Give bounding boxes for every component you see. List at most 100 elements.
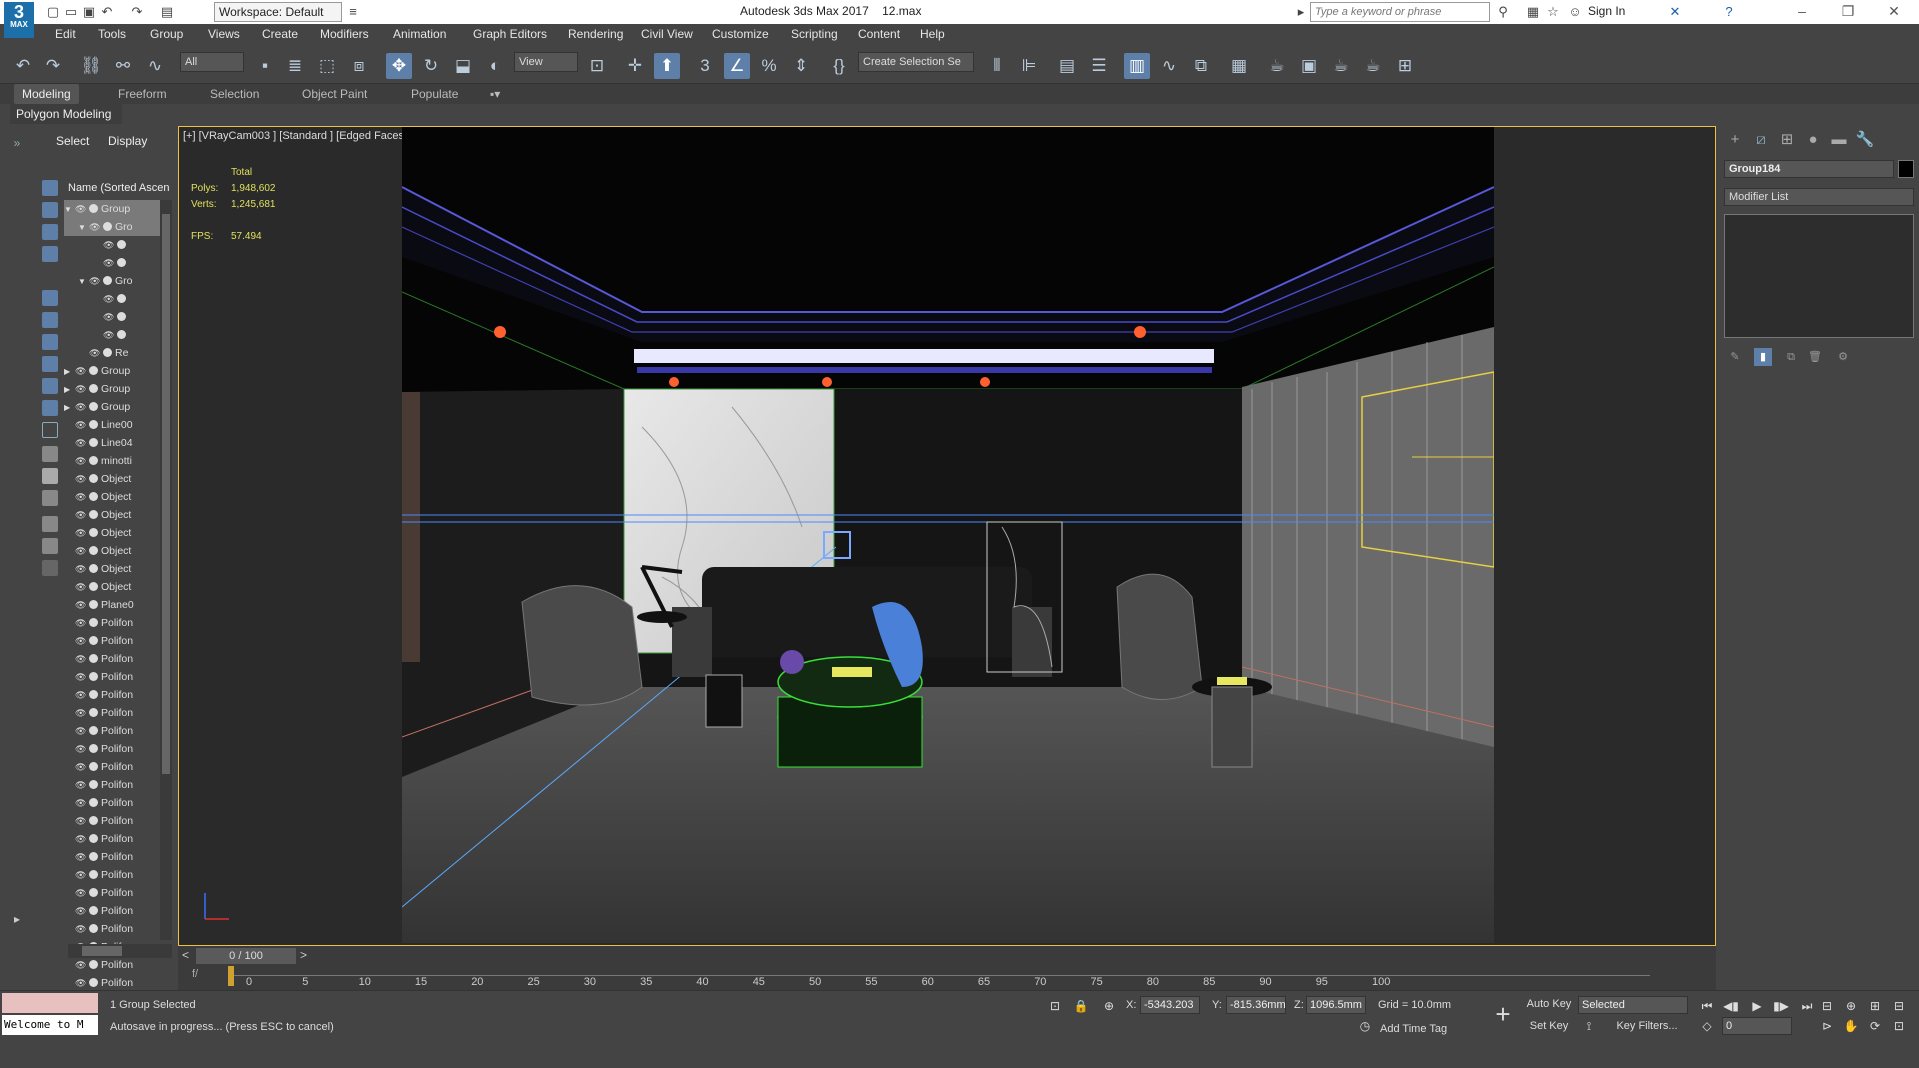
pin-stack-icon[interactable]: ✎ <box>1726 348 1744 366</box>
ribbon-panel-polygon-modeling[interactable]: Polygon Modeling <box>10 104 122 124</box>
set-key-button[interactable]: Set Key <box>1526 1017 1572 1035</box>
tab-freeform[interactable]: Freeform <box>118 87 167 101</box>
visibility-eye-icon[interactable]: 👁 <box>75 830 87 848</box>
select-object-icon[interactable]: ▪ <box>252 53 278 79</box>
menu-customize[interactable]: Customize <box>712 27 769 41</box>
display-none-icon[interactable] <box>42 468 58 484</box>
maximize-viewport-icon[interactable]: ⊡ <box>1890 1017 1908 1035</box>
freeze-dot-icon[interactable] <box>89 582 98 591</box>
display-helpers-icon[interactable] <box>42 268 58 284</box>
display-hidden-icon[interactable] <box>42 422 58 438</box>
visibility-eye-icon[interactable]: 👁 <box>75 794 87 812</box>
tree-row[interactable]: 👁 Polifon <box>64 722 160 740</box>
pivot-center-icon[interactable]: ⊡ <box>584 53 610 79</box>
visibility-eye-icon[interactable]: 👁 <box>75 920 87 938</box>
visibility-eye-icon[interactable]: 👁 <box>75 542 87 560</box>
collapse-arrow-icon[interactable]: ▼ <box>78 219 89 236</box>
visibility-eye-icon[interactable]: 👁 <box>103 290 115 308</box>
current-frame-field[interactable]: 0 <box>1722 1017 1792 1035</box>
menu-graph-editors[interactable]: Graph Editors <box>473 27 547 41</box>
display-space-warps-icon[interactable] <box>42 290 58 306</box>
tree-row[interactable]: 👁 Object <box>64 578 160 596</box>
visibility-eye-icon[interactable]: 👁 <box>75 632 87 650</box>
selection-filter-dropdown[interactable]: All <box>180 52 244 72</box>
key-mode-icon[interactable]: ⟟ <box>1580 1017 1598 1035</box>
listener-input[interactable]: Welcome to M <box>2 1015 98 1035</box>
display-geometry-icon[interactable] <box>42 180 58 196</box>
minimize-button[interactable]: – <box>1780 0 1824 24</box>
help-icon[interactable]: ? <box>1720 3 1738 21</box>
visibility-eye-icon[interactable]: 👁 <box>75 524 87 542</box>
freeze-dot-icon[interactable] <box>89 978 98 987</box>
freeze-dot-icon[interactable] <box>89 438 98 447</box>
tree-row[interactable]: 👁 <box>64 254 160 272</box>
scene-render[interactable] <box>402 127 1494 943</box>
object-color-swatch[interactable] <box>1898 160 1914 178</box>
freeze-dot-icon[interactable] <box>89 816 98 825</box>
exchange-apps-icon[interactable]: ✕ <box>1666 3 1684 21</box>
z-coordinate-field[interactable]: 1096.5mm <box>1306 996 1366 1014</box>
user-icon[interactable]: ☺ <box>1566 3 1584 21</box>
collapse-arrow-icon[interactable]: ▼ <box>78 273 89 290</box>
tree-row[interactable]: ▼ 👁 Gro <box>64 272 160 290</box>
freeze-dot-icon[interactable] <box>89 402 98 411</box>
freeze-dot-icon[interactable] <box>89 834 98 843</box>
tree-row[interactable]: 👁 Polifon <box>64 704 160 722</box>
tree-row[interactable]: 👁 Plane0 <box>64 596 160 614</box>
visibility-eye-icon[interactable]: 👁 <box>75 848 87 866</box>
tree-row[interactable]: 👁 Polifon <box>64 614 160 632</box>
tree-row[interactable]: 👁 Polifon <box>64 776 160 794</box>
visibility-eye-icon[interactable]: 👁 <box>75 614 87 632</box>
schematic-view-icon[interactable]: ⧉ <box>1188 53 1214 79</box>
explorer-vertical-scrollbar[interactable] <box>160 200 172 940</box>
time-tag-icon[interactable]: ◷ <box>1356 1017 1374 1035</box>
motion-tab-icon[interactable]: ● <box>1802 129 1824 151</box>
visibility-eye-icon[interactable]: 👁 <box>75 812 87 830</box>
tree-row[interactable]: 👁 Polifon <box>64 650 160 668</box>
rectangular-selection-icon[interactable]: ⬚ <box>314 53 340 79</box>
menu-rendering[interactable]: Rendering <box>568 27 623 41</box>
visibility-eye-icon[interactable]: 👁 <box>89 344 101 362</box>
visibility-eye-icon[interactable]: 👁 <box>75 560 87 578</box>
visibility-eye-icon[interactable]: 👁 <box>75 362 87 380</box>
prev-frame-icon[interactable]: < <box>182 948 189 962</box>
freeze-dot-icon[interactable] <box>89 528 98 537</box>
open-file-icon[interactable]: ▭ <box>62 3 80 21</box>
freeze-dot-icon[interactable] <box>103 348 112 357</box>
select-and-move-icon[interactable]: ✥ <box>386 53 412 79</box>
visibility-eye-icon[interactable]: 👁 <box>103 308 115 326</box>
ribbon-options-icon[interactable]: ▪▾ <box>490 87 500 101</box>
visibility-eye-icon[interactable]: 👁 <box>89 218 101 236</box>
visibility-eye-icon[interactable]: 👁 <box>75 452 87 470</box>
angle-snap-icon[interactable]: ∠ <box>724 53 750 79</box>
search-input[interactable]: Type a keyword or phrase <box>1310 2 1490 22</box>
keyboard-shortcut-override-icon[interactable]: ⬆ <box>654 53 680 79</box>
configure-modifier-sets-icon[interactable]: ⚙ <box>1834 348 1852 366</box>
expand-icon[interactable]: » <box>8 134 26 152</box>
modifier-list-dropdown[interactable]: Modifier List <box>1724 188 1914 206</box>
freeze-dot-icon[interactable] <box>89 708 98 717</box>
orbit-icon[interactable]: ⟳ <box>1866 1017 1884 1035</box>
tree-row[interactable]: ▼ 👁 Group <box>64 200 160 218</box>
visibility-eye-icon[interactable]: 👁 <box>75 596 87 614</box>
remove-modifier-icon[interactable]: 🗑 <box>1806 348 1824 366</box>
camera-viewport[interactable]: [+] [VRayCam003 ] [Standard ] [Edged Fac… <box>178 126 1716 946</box>
visibility-eye-icon[interactable]: 👁 <box>75 884 87 902</box>
visibility-eye-icon[interactable]: 👁 <box>75 758 87 776</box>
display-invert-icon[interactable] <box>42 490 58 506</box>
visibility-eye-icon[interactable]: 👁 <box>75 740 87 758</box>
time-config-icon[interactable]: ⊟ <box>1818 997 1836 1015</box>
menu-edit[interactable]: Edit <box>55 27 76 41</box>
current-frame-marker[interactable] <box>228 966 234 986</box>
tab-modeling[interactable]: Modeling <box>14 84 79 104</box>
add-key-icon[interactable]: + <box>1488 999 1518 1029</box>
freeze-dot-icon[interactable] <box>89 420 98 429</box>
tree-row[interactable]: 👁 <box>64 236 160 254</box>
visibility-eye-icon[interactable]: 👁 <box>75 200 87 218</box>
save-icon[interactable]: ▣ <box>80 3 98 21</box>
zoom-icon[interactable]: ⊕ <box>1842 997 1860 1015</box>
freeze-dot-icon[interactable] <box>117 294 126 303</box>
link-icon[interactable]: ⛓ <box>78 53 104 79</box>
spinner-snap-icon[interactable]: ⇕ <box>788 53 814 79</box>
tree-row[interactable]: ▼ 👁 Gro <box>64 218 160 236</box>
